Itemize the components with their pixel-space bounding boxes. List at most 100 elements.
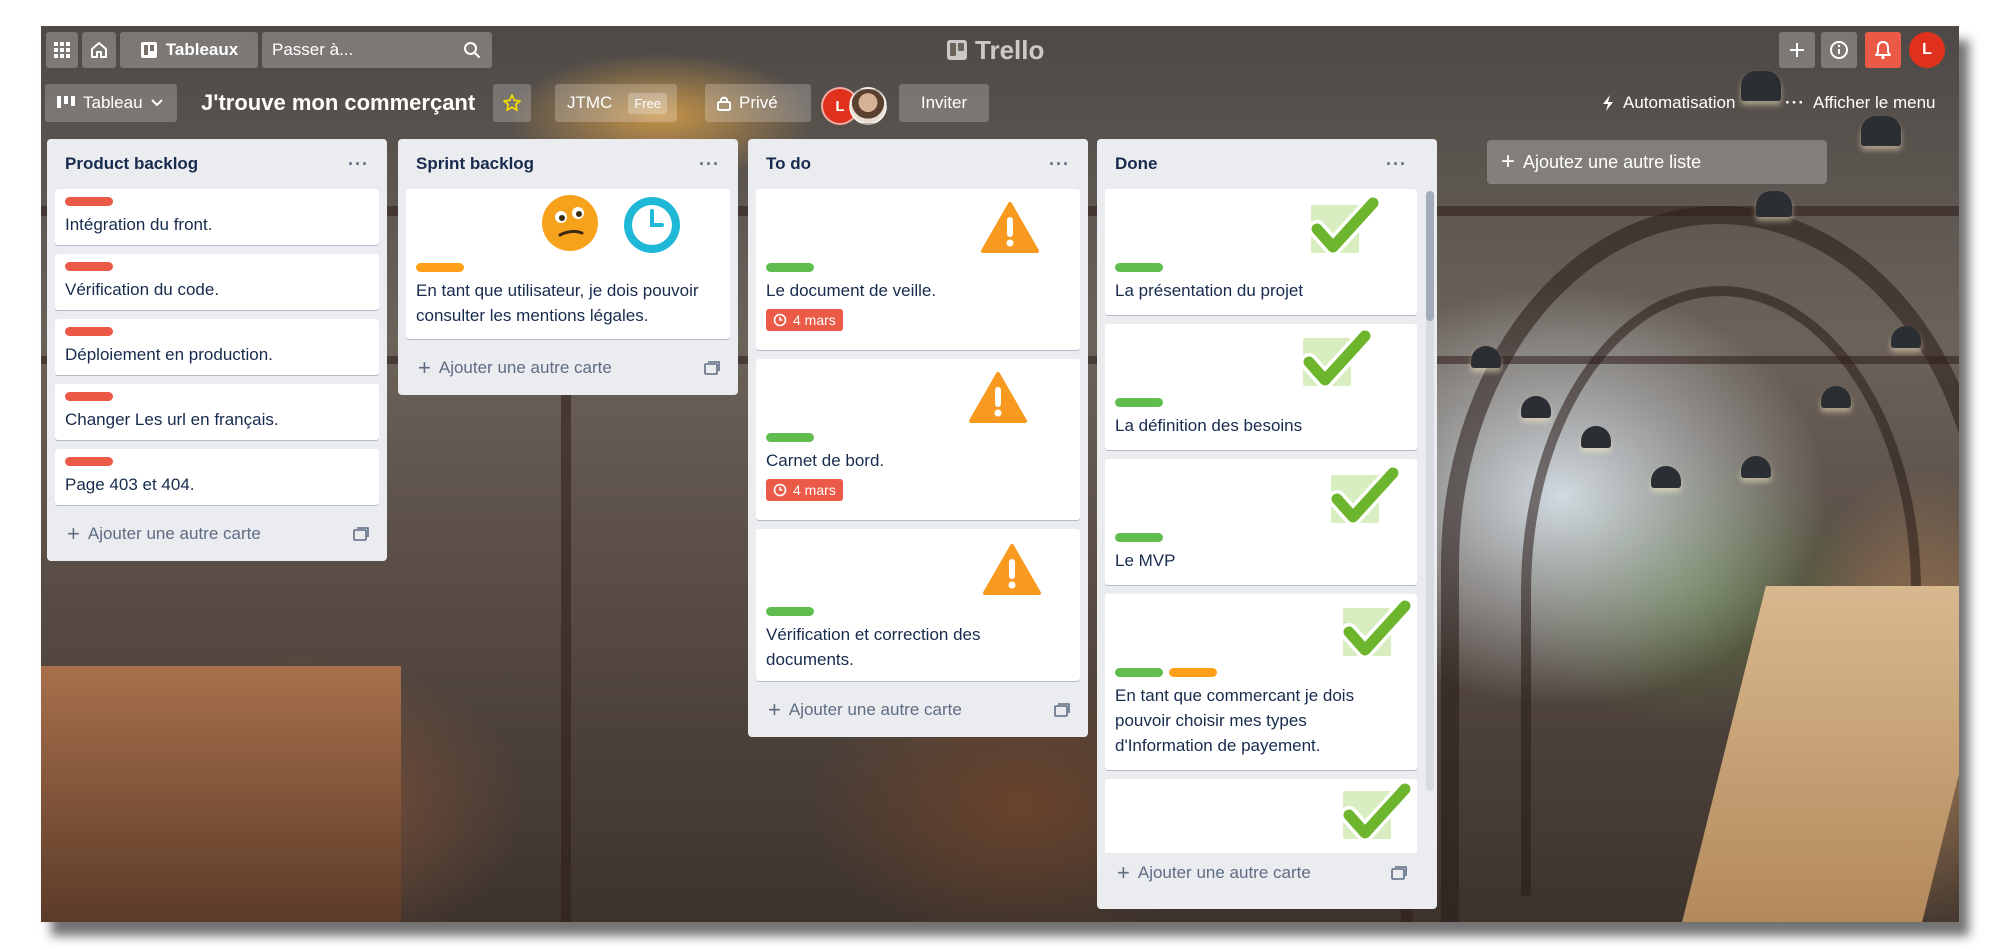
- card-title: La définition des besoins: [1115, 416, 1303, 435]
- workspace-button[interactable]: JTMC Free: [555, 84, 677, 122]
- add-card-button[interactable]: + Ajouter une autre carte: [756, 690, 1080, 730]
- card[interactable]: En tant que utilisateur, je dois pouvoir…: [406, 189, 730, 339]
- due-date-badge[interactable]: 4 mars: [766, 309, 843, 331]
- apps-button[interactable]: [46, 32, 78, 68]
- home-button[interactable]: [82, 32, 116, 68]
- list-header: Product backlog ···: [55, 139, 379, 189]
- checkmark-icon: [1299, 328, 1371, 390]
- user-avatar-initial: L: [1922, 41, 1932, 58]
- automation-button[interactable]: Automatisation: [1589, 84, 1789, 122]
- boards-button[interactable]: Tableaux: [120, 32, 258, 68]
- card[interactable]: La définition des besoins: [1105, 324, 1417, 450]
- warning-icon: [963, 366, 1033, 427]
- card[interactable]: La présentation du projet: [1105, 189, 1417, 315]
- pendant-lamp: [1521, 396, 1551, 418]
- label-green[interactable]: [766, 263, 814, 272]
- search-input[interactable]: Passer à...: [262, 32, 452, 68]
- member-avatar-2[interactable]: [849, 87, 887, 125]
- card[interactable]: En tant que commercant je dois pouvoir c…: [1105, 594, 1417, 770]
- checkmark-icon: [1339, 781, 1411, 843]
- trello-logo[interactable]: Trello: [947, 34, 1044, 66]
- star-button[interactable]: [493, 84, 531, 122]
- list-scrollbar-thumb[interactable]: [1426, 191, 1434, 321]
- label-green[interactable]: [766, 607, 814, 616]
- card-labels: [1115, 533, 1407, 542]
- card-title: Vérification du code.: [65, 280, 220, 299]
- list-title[interactable]: Sprint backlog: [416, 154, 534, 174]
- card-template-icon[interactable]: [1391, 866, 1407, 880]
- label-green[interactable]: [766, 433, 814, 442]
- show-menu-button[interactable]: ··· Afficher le menu: [1773, 84, 1949, 122]
- card-title: Le MVP: [1115, 551, 1176, 570]
- list-title[interactable]: Done: [1115, 154, 1158, 174]
- label-green[interactable]: [1115, 263, 1163, 272]
- plus-icon: [1790, 43, 1804, 57]
- card[interactable]: Changer Les url en français.: [55, 384, 379, 440]
- card-template-icon[interactable]: [353, 527, 369, 541]
- card-title: Déploiement en production.: [65, 345, 273, 364]
- label-green[interactable]: [1115, 668, 1163, 677]
- visibility-button[interactable]: Privé: [705, 84, 811, 122]
- plus-icon: +: [1117, 860, 1130, 885]
- warning-icon: [977, 538, 1047, 599]
- lock-icon: [717, 96, 731, 111]
- label-green[interactable]: [1115, 533, 1163, 542]
- list-title[interactable]: Product backlog: [65, 154, 198, 174]
- list-menu-icon[interactable]: ···: [348, 154, 369, 175]
- card-template-icon[interactable]: [1054, 703, 1070, 717]
- bell-icon: [1875, 41, 1891, 60]
- plus-icon: +: [67, 521, 80, 546]
- list-menu-icon[interactable]: ···: [699, 154, 720, 175]
- due-date-badge[interactable]: 4 mars: [766, 479, 843, 501]
- label-orange[interactable]: [416, 263, 464, 272]
- notifications-button[interactable]: [1865, 32, 1901, 68]
- label-orange[interactable]: [1169, 668, 1217, 677]
- card[interactable]: Vérification du code.: [55, 254, 379, 310]
- add-card-label: Ajouter une autre carte: [1137, 863, 1311, 882]
- card[interactable]: Le document de veille. 4 mars: [756, 189, 1080, 350]
- add-list-button[interactable]: + Ajoutez une autre liste: [1487, 140, 1827, 184]
- pendant-lamp: [1581, 426, 1611, 448]
- add-card-button[interactable]: + Ajouter une autre carte: [406, 348, 730, 388]
- add-card-button[interactable]: + Ajouter une autre carte: [1105, 853, 1417, 893]
- label-red[interactable]: [65, 457, 113, 466]
- card-template-icon[interactable]: [704, 361, 720, 375]
- label-red[interactable]: [65, 262, 113, 271]
- list-to-do: To do ··· Le document de veille. 4 mars: [748, 139, 1088, 737]
- due-date-text: 4 mars: [793, 312, 836, 328]
- user-avatar[interactable]: L: [1909, 32, 1945, 68]
- card[interactable]: Page 403 et 404.: [55, 449, 379, 505]
- label-red[interactable]: [65, 392, 113, 401]
- card-labels: [65, 327, 369, 336]
- add-card-button[interactable]: + Ajouter une autre carte: [55, 514, 379, 554]
- list-menu-icon[interactable]: ···: [1386, 154, 1407, 175]
- card[interactable]: Carnet de bord. 4 mars: [756, 359, 1080, 520]
- search-icon: [464, 42, 480, 58]
- warning-icon: [975, 196, 1045, 257]
- card-labels: [766, 607, 1070, 616]
- card-labels: [1115, 263, 1407, 272]
- label-green[interactable]: [1115, 398, 1163, 407]
- card[interactable]: Déploiement en production.: [55, 319, 379, 375]
- board-title[interactable]: J'trouve mon commerçant: [193, 84, 483, 122]
- clock-icon: [773, 483, 787, 497]
- card-title: Carnet de bord.: [766, 451, 885, 470]
- label-red[interactable]: [65, 327, 113, 336]
- board-view-switcher[interactable]: Tableau: [45, 84, 177, 122]
- list-menu-icon[interactable]: ···: [1049, 154, 1070, 175]
- invite-button[interactable]: Inviter: [899, 84, 989, 122]
- card[interactable]: Vérification et correction des documents…: [756, 529, 1080, 681]
- card[interactable]: [1105, 779, 1417, 853]
- pendant-lamp: [1651, 466, 1681, 488]
- trello-logo-icon: [947, 40, 967, 60]
- checkmark-icon: [1339, 598, 1411, 660]
- trello-logo-text: Trello: [975, 34, 1045, 65]
- search-button[interactable]: [452, 32, 492, 68]
- create-button[interactable]: [1779, 32, 1815, 68]
- label-red[interactable]: [65, 197, 113, 206]
- list-title[interactable]: To do: [766, 154, 811, 174]
- card[interactable]: Intégration du front.: [55, 189, 379, 245]
- pendant-lamp: [1471, 346, 1501, 368]
- info-button[interactable]: [1821, 32, 1857, 68]
- card[interactable]: Le MVP: [1105, 459, 1417, 585]
